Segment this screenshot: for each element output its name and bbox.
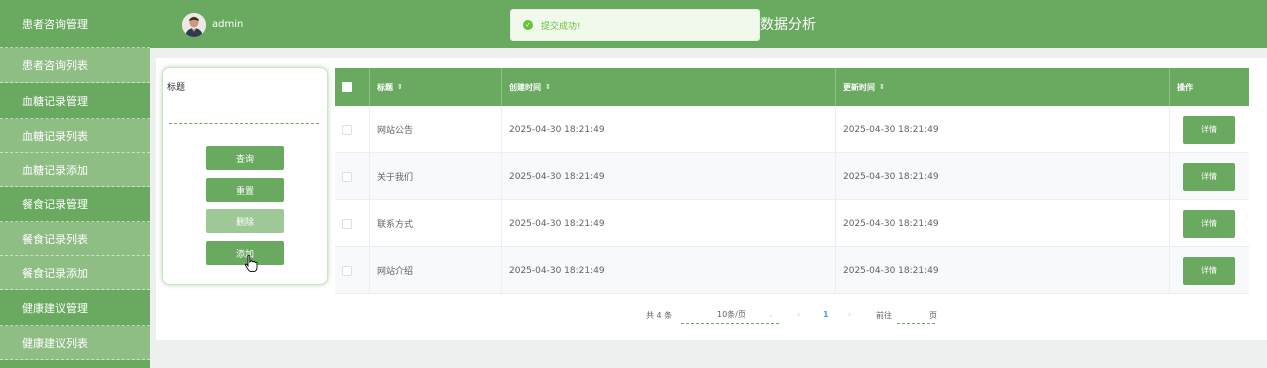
avatar[interactable]	[182, 13, 206, 37]
cell-title: 联系方式	[370, 200, 502, 247]
sidebar-item-consult-manage[interactable]: 患者咨询管理	[0, 0, 150, 48]
row-checkbox[interactable]	[342, 124, 352, 135]
select-all-checkbox[interactable]	[342, 82, 352, 92]
cell-title: 网站公告	[370, 106, 502, 153]
toast-message: 提交成功!	[541, 21, 581, 32]
row-checkbox[interactable]	[342, 265, 352, 276]
cell-created: 2025-04-30 18:21:49	[502, 153, 836, 200]
cell-title: 网站介绍	[370, 247, 502, 294]
sidebar-item-label: 患者咨询列表	[22, 59, 88, 72]
detail-button-label: 详情	[1201, 172, 1217, 181]
column-header-label: 操作	[1177, 82, 1193, 92]
detail-button[interactable]: 详情	[1183, 256, 1235, 285]
sort-icon[interactable]: ⇕	[397, 83, 403, 91]
sidebar-item-label: 血糖记录添加	[22, 163, 88, 177]
table-row: 网站公告 2025-04-30 18:21:49 2025-04-30 18:2…	[335, 106, 1249, 153]
select-all-cell	[335, 68, 370, 106]
sort-icon[interactable]: ⇕	[545, 83, 551, 91]
cell-updated: 2025-04-30 18:21:49	[836, 106, 1170, 153]
prev-page-icon[interactable]: ‹	[797, 310, 800, 319]
page-number-current[interactable]: 1	[823, 310, 829, 319]
detail-button[interactable]: 详情	[1183, 209, 1235, 238]
sidebar-item-label: 患者咨询管理	[22, 17, 88, 31]
sidebar-item-glucose-manage[interactable]: 血糖记录管理	[0, 83, 150, 119]
sidebar-item-consult-list[interactable]: 患者咨询列表	[0, 48, 150, 83]
column-header-created[interactable]: 创建时间 ⇕	[502, 68, 836, 106]
column-header-label: 更新时间	[843, 82, 875, 92]
row-checkbox[interactable]	[342, 171, 352, 182]
sidebar: 患者咨询管理 患者咨询列表 血糖记录管理 血糖记录列表 血糖记录添加 餐食记录管…	[0, 0, 150, 368]
sidebar-item-label: 血糖记录管理	[22, 94, 88, 108]
detail-button-label: 详情	[1201, 125, 1217, 134]
search-card: 标题 查询 重置 删除 添加	[162, 67, 328, 285]
success-toast: ✓ 提交成功!	[510, 9, 760, 41]
cell-created: 2025-04-30 18:21:49	[502, 247, 836, 294]
delete-button-label: 删除	[235, 217, 254, 228]
cell-updated: 2025-04-30 18:21:49	[836, 200, 1170, 247]
sidebar-item-meal-manage[interactable]: 餐食记录管理	[0, 187, 150, 222]
sidebar-item-label: 血糖记录列表	[22, 129, 88, 143]
sidebar-item-label: 餐食记录管理	[22, 198, 88, 211]
column-header-label: 创建时间	[509, 82, 541, 92]
sidebar-item-advice-list[interactable]: 健康建议列表	[0, 326, 150, 360]
reset-button[interactable]: 重置	[206, 178, 284, 202]
delete-button[interactable]: 删除	[206, 209, 284, 233]
cell-created: 2025-04-30 18:21:49	[502, 200, 836, 247]
admin-username: admin	[212, 19, 244, 30]
cell-updated: 2025-04-30 18:21:49	[836, 247, 1170, 294]
sidebar-item-label: 餐食记录列表	[22, 232, 88, 246]
chevron-down-icon: ⌄	[767, 310, 774, 319]
goto-prefix-label: 前往	[876, 311, 892, 320]
cell-created: 2025-04-30 18:21:49	[502, 106, 836, 153]
table-row: 网站介绍 2025-04-30 18:21:49 2025-04-30 18:2…	[335, 247, 1249, 294]
pagination-total: 共 4 条	[646, 311, 673, 320]
sidebar-item-label: 餐食记录添加	[22, 266, 88, 280]
search-title-label: 标题	[167, 83, 186, 93]
query-button-label: 查询	[235, 154, 254, 165]
column-header-updated[interactable]: 更新时间 ⇕	[836, 68, 1170, 106]
table-row: 关于我们 2025-04-30 18:21:49 2025-04-30 18:2…	[335, 153, 1249, 200]
row-checkbox[interactable]	[342, 218, 352, 229]
cell-updated: 2025-04-30 18:21:49	[836, 153, 1170, 200]
detail-button-label: 详情	[1201, 266, 1217, 275]
sidebar-item-meal-add[interactable]: 餐食记录添加	[0, 256, 150, 290]
sidebar-item-partial[interactable]	[0, 360, 150, 368]
page-title: 数据分析	[760, 17, 816, 33]
detail-button[interactable]: 详情	[1183, 115, 1235, 144]
search-title-input[interactable]	[169, 96, 319, 124]
query-button[interactable]: 查询	[206, 146, 284, 170]
table-header: 标题 ⇕ 创建时间 ⇕ 更新时间 ⇕ 操作	[335, 68, 1249, 106]
sidebar-item-meal-list[interactable]: 餐食记录列表	[0, 222, 150, 256]
sidebar-item-label: 健康建议列表	[22, 336, 88, 350]
user-avatar-icon	[182, 13, 206, 37]
hand-cursor-icon	[244, 255, 258, 273]
table-row: 联系方式 2025-04-30 18:21:49 2025-04-30 18:2…	[335, 200, 1249, 247]
detail-button-label: 详情	[1201, 219, 1217, 228]
next-page-icon[interactable]: ›	[848, 310, 851, 319]
sidebar-item-advice-manage[interactable]: 健康建议管理	[0, 290, 150, 326]
sidebar-item-glucose-add[interactable]: 血糖记录添加	[0, 153, 150, 187]
cell-title: 关于我们	[370, 153, 502, 200]
page-size-value: 10条/页	[717, 310, 746, 319]
sort-icon[interactable]: ⇕	[879, 83, 885, 91]
check-circle-icon: ✓	[523, 20, 533, 30]
page-size-select[interactable]: 10条/页 ⌄	[681, 306, 779, 324]
goto-suffix-label: 页	[929, 311, 937, 320]
sidebar-item-label: 健康建议管理	[22, 301, 88, 315]
column-header-action: 操作	[1170, 68, 1249, 106]
column-header-title[interactable]: 标题 ⇕	[370, 68, 502, 106]
reset-button-label: 重置	[235, 186, 254, 197]
detail-button[interactable]: 详情	[1183, 162, 1235, 191]
column-header-label: 标题	[377, 82, 393, 92]
sidebar-item-glucose-list[interactable]: 血糖记录列表	[0, 119, 150, 153]
